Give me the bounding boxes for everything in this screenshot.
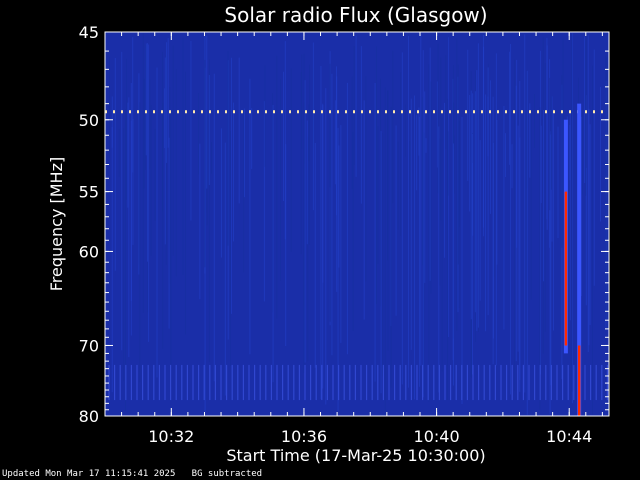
bg-note: BG subtracted	[191, 469, 263, 479]
plot-background	[105, 32, 609, 416]
y-tick-label: 80	[79, 407, 99, 426]
y-tick-label: 60	[79, 242, 99, 261]
updated-timestamp: Updated Mon Mar 17 11:15:41 2025	[2, 469, 176, 479]
x-tick-label: 10:44	[546, 427, 592, 446]
y-tick-label: 55	[79, 183, 99, 202]
plot-area	[104, 31, 610, 417]
x-tick-label: 10:40	[414, 427, 460, 446]
y-axis-label: Frequency [MHz]	[47, 157, 66, 291]
x-axis-label: Start Time (17-Mar-25 10:30:00)	[226, 446, 485, 465]
y-tick-label: 70	[79, 336, 99, 355]
spectrogram-chart: Solar radio Flux (Glasgow) 455055607080 …	[47, 3, 610, 465]
y-tick-label: 50	[79, 111, 99, 130]
y-tick-label: 45	[79, 23, 99, 42]
footer: Updated Mon Mar 17 11:15:41 2025 BG subt…	[2, 469, 262, 479]
x-tick-label: 10:32	[148, 427, 194, 446]
x-tick-label: 10:36	[281, 427, 327, 446]
chart-title: Solar radio Flux (Glasgow)	[224, 3, 487, 27]
